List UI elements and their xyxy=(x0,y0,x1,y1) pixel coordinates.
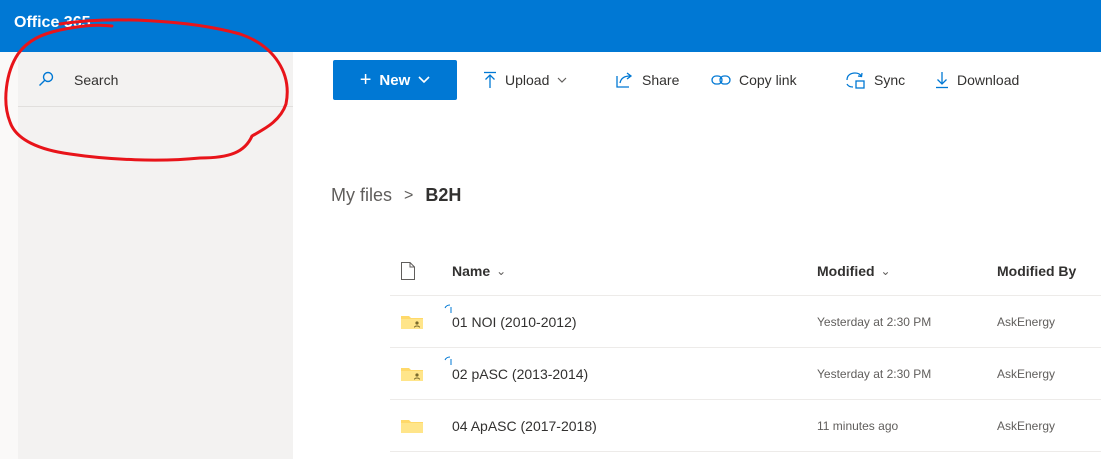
sync-label: Sync xyxy=(874,72,906,88)
upload-label: Upload xyxy=(505,72,550,88)
file-list: Name ⌄ Modified ⌄ Modified By 01 NOI (20… xyxy=(390,246,1101,452)
left-navigation-pane xyxy=(0,52,293,459)
copy-link-label: Copy link xyxy=(739,72,797,88)
file-name[interactable]: 02 pASC (2013-2014) xyxy=(452,348,588,399)
modified-by-column-header[interactable]: Modified By xyxy=(997,246,1076,295)
breadcrumb-my-files[interactable]: My files xyxy=(331,185,392,206)
plus-icon: + xyxy=(359,69,372,91)
table-row[interactable]: 02 pASC (2013-2014) Yesterday at 2:30 PM… xyxy=(390,348,1101,400)
share-label: Share xyxy=(642,72,680,88)
left-pane-edge xyxy=(0,52,18,459)
folder-icon xyxy=(400,400,424,451)
modified-by: AskEnergy xyxy=(997,366,1056,381)
shared-folder-icon xyxy=(400,348,424,399)
download-label: Download xyxy=(957,72,1020,88)
share-icon xyxy=(616,72,633,88)
upload-button[interactable]: Upload xyxy=(483,52,567,108)
search-icon xyxy=(39,71,54,86)
list-header: Name ⌄ Modified ⌄ Modified By xyxy=(390,246,1101,296)
document-icon xyxy=(401,261,415,280)
chevron-down-icon: ⌄ xyxy=(496,263,507,278)
command-bar: + New Upload Share Copy link Sync Downlo… xyxy=(293,52,1101,108)
name-column-header[interactable]: Name ⌄ xyxy=(452,246,506,295)
modified-date: Yesterday at 2:30 PM xyxy=(817,366,932,381)
breadcrumb: My files > B2H xyxy=(331,185,461,206)
suite-header: Office 365 xyxy=(0,0,1101,52)
chevron-down-icon xyxy=(418,76,430,84)
sync-icon xyxy=(846,72,865,89)
new-button[interactable]: + New xyxy=(333,60,457,100)
chevron-down-icon xyxy=(557,77,567,83)
search-box[interactable]: Search xyxy=(18,52,293,107)
search-label: Search xyxy=(74,72,119,88)
copy-link-button[interactable]: Copy link xyxy=(711,52,797,108)
breadcrumb-separator-icon: > xyxy=(404,186,414,204)
table-row[interactable]: 01 NOI (2010-2012) Yesterday at 2:30 PM … xyxy=(390,296,1101,348)
shared-folder-icon xyxy=(400,296,424,347)
sync-button[interactable]: Sync xyxy=(844,52,905,108)
table-row[interactable]: 04 ApASC (2017-2018) 11 minutes ago AskE… xyxy=(390,400,1101,452)
upload-icon xyxy=(484,71,496,88)
modified-date: Yesterday at 2:30 PM xyxy=(817,314,932,329)
chevron-down-icon: ⌄ xyxy=(880,263,891,278)
modified-column-label: Modified xyxy=(817,262,875,279)
link-icon xyxy=(711,75,731,85)
modified-by: AskEnergy xyxy=(997,314,1056,329)
share-button[interactable]: Share xyxy=(616,52,679,108)
download-icon xyxy=(936,72,948,89)
app-title[interactable]: Office 365 xyxy=(14,14,90,32)
modified-column-header[interactable]: Modified ⌄ xyxy=(817,246,891,295)
download-button[interactable]: Download xyxy=(935,52,1019,108)
breadcrumb-current-folder[interactable]: B2H xyxy=(425,185,461,206)
file-name[interactable]: 01 NOI (2010-2012) xyxy=(452,296,577,347)
file-type-column-header[interactable] xyxy=(400,246,416,295)
modified-by-column-label: Modified By xyxy=(997,262,1077,279)
modified-by: AskEnergy xyxy=(997,418,1056,433)
modified-date: 11 minutes ago xyxy=(817,418,899,433)
new-button-label: New xyxy=(379,71,411,89)
file-name[interactable]: 04 ApASC (2017-2018) xyxy=(452,400,597,451)
name-column-label: Name xyxy=(452,262,491,279)
